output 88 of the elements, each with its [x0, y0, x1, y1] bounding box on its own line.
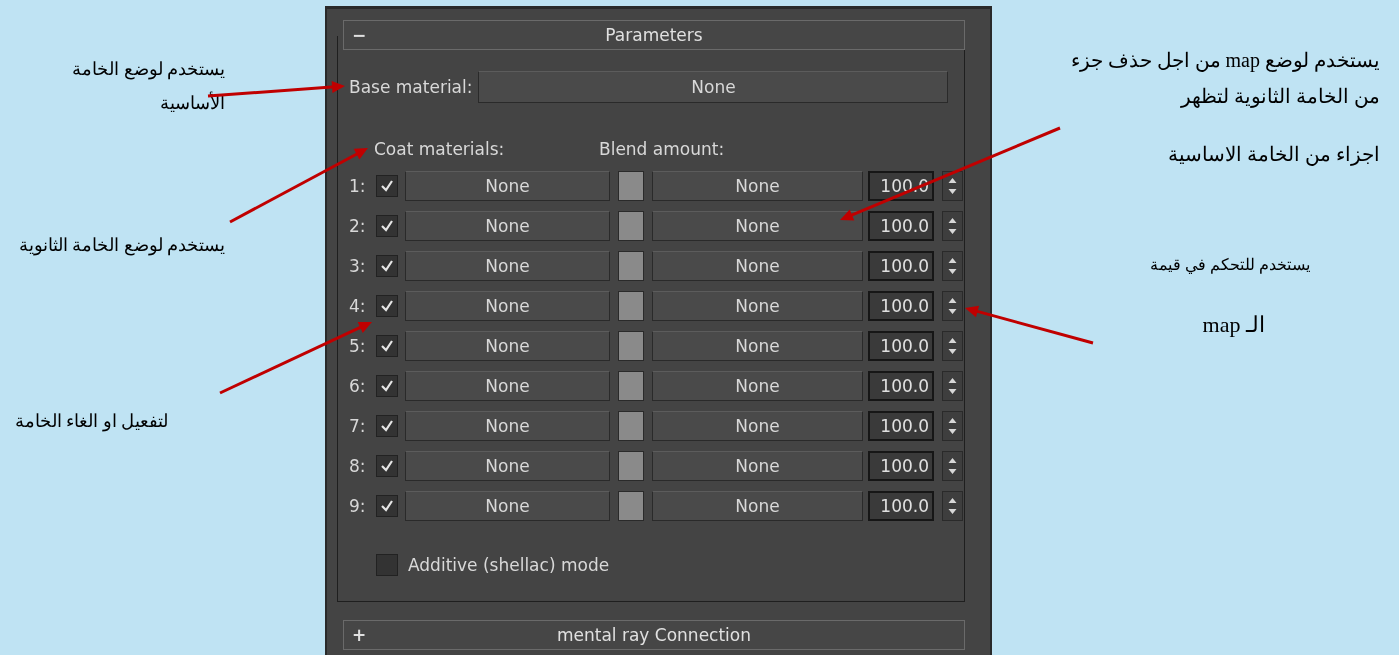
- annotation-text: من الخامة الثانوية لتظهر: [1181, 84, 1380, 108]
- annotation-text: يستخدم للتحكم في قيمة: [1150, 255, 1310, 274]
- color-swatch[interactable]: [618, 291, 644, 321]
- annotation-text: لتفعيل او الغاء الخامة: [14, 410, 168, 432]
- annotation-text: يستخدم لوضع map من اجل حذف جزء: [1070, 48, 1380, 72]
- material-button[interactable]: None: [405, 251, 610, 281]
- annotation-text: يستخدم لوضع الخامة الثانوية: [18, 234, 225, 256]
- checkbox[interactable]: [376, 215, 398, 237]
- color-swatch[interactable]: [618, 171, 644, 201]
- checkbox[interactable]: [376, 255, 398, 277]
- check-icon: [380, 259, 394, 273]
- column-heading: Coat materials:: [374, 139, 506, 159]
- color-swatch[interactable]: [618, 491, 644, 521]
- spinner-icon[interactable]: [942, 371, 963, 401]
- spinner-icon[interactable]: [942, 451, 963, 481]
- amount-field[interactable]: 100.0: [868, 451, 934, 481]
- amount-field[interactable]: 100.0: [868, 371, 934, 401]
- checkbox[interactable]: [376, 455, 398, 477]
- amount-field[interactable]: 100.0: [868, 411, 934, 441]
- material-button[interactable]: None: [405, 411, 610, 441]
- row-number: 2:: [349, 216, 367, 236]
- spinner-icon[interactable]: [942, 491, 963, 521]
- annotation-text: اجزاء من الخامة الاساسية: [1168, 142, 1380, 166]
- map-button[interactable]: None: [652, 451, 863, 481]
- check-icon: [380, 219, 394, 233]
- column-heading: Blend amount:: [599, 139, 725, 159]
- row-number: 8:: [349, 456, 367, 476]
- check-icon: [380, 339, 394, 353]
- map-button[interactable]: None: [652, 491, 863, 521]
- checkbox[interactable]: [376, 295, 398, 317]
- row-number: 5:: [349, 336, 367, 356]
- checkbox-label: Additive (shellac) mode: [408, 555, 610, 575]
- amount-field[interactable]: 100.0: [868, 251, 934, 281]
- checkbox[interactable]: [376, 554, 398, 576]
- row-number: 4:: [349, 296, 367, 316]
- map-button[interactable]: None: [652, 331, 863, 361]
- map-button[interactable]: None: [652, 411, 863, 441]
- amount-field[interactable]: 100.0: [868, 331, 934, 361]
- checkbox[interactable]: [376, 335, 398, 357]
- annotation-text: يستخدم لوضع الخامة: [72, 58, 225, 80]
- check-icon: [380, 419, 394, 433]
- amount-field[interactable]: 100.0: [868, 491, 934, 521]
- color-swatch[interactable]: [618, 451, 644, 481]
- spinner-icon[interactable]: [942, 291, 963, 321]
- check-icon: [380, 499, 394, 513]
- row-number: 9:: [349, 496, 367, 516]
- material-button[interactable]: None: [405, 171, 610, 201]
- material-button[interactable]: None: [405, 291, 610, 321]
- amount-field[interactable]: 100.0: [868, 291, 934, 321]
- color-swatch[interactable]: [618, 331, 644, 361]
- check-icon: [380, 299, 394, 313]
- map-button[interactable]: None: [652, 251, 863, 281]
- row-number: 6:: [349, 376, 367, 396]
- map-button[interactable]: None: [652, 291, 863, 321]
- material-button[interactable]: None: [405, 331, 610, 361]
- color-swatch[interactable]: [618, 371, 644, 401]
- color-swatch[interactable]: [618, 211, 644, 241]
- row-number: 7:: [349, 416, 367, 436]
- spinner-icon[interactable]: [942, 211, 963, 241]
- map-button[interactable]: None: [652, 371, 863, 401]
- rollout-header[interactable]: + mental ray Connection: [343, 620, 965, 650]
- checkbox[interactable]: [376, 375, 398, 397]
- color-swatch[interactable]: [618, 251, 644, 281]
- row-number: 3:: [349, 256, 367, 276]
- spinner-icon[interactable]: [942, 411, 963, 441]
- material-button[interactable]: None: [405, 451, 610, 481]
- map-button[interactable]: None: [652, 171, 863, 201]
- rollout-header[interactable]: − Parameters: [343, 20, 965, 50]
- checkbox[interactable]: [376, 495, 398, 517]
- checkbox[interactable]: [376, 175, 398, 197]
- amount-field[interactable]: 100.0: [868, 211, 934, 241]
- material-button[interactable]: None: [405, 211, 610, 241]
- material-button[interactable]: None: [405, 491, 610, 521]
- checkbox[interactable]: [376, 415, 398, 437]
- annotation-text: الأساسية: [160, 92, 225, 114]
- row-number: 1:: [349, 176, 367, 196]
- spinner-icon[interactable]: [942, 331, 963, 361]
- spinner-icon[interactable]: [942, 251, 963, 281]
- color-swatch[interactable]: [618, 411, 644, 441]
- check-icon: [380, 459, 394, 473]
- annotation-text: الـ map: [1202, 312, 1265, 338]
- map-button[interactable]: None: [652, 211, 863, 241]
- base-material-button[interactable]: None: [478, 71, 949, 103]
- spinner-icon[interactable]: [942, 171, 963, 201]
- check-icon: [380, 379, 394, 393]
- check-icon: [380, 179, 394, 193]
- base-material-label: Base material:: [349, 77, 473, 97]
- material-button[interactable]: None: [405, 371, 610, 401]
